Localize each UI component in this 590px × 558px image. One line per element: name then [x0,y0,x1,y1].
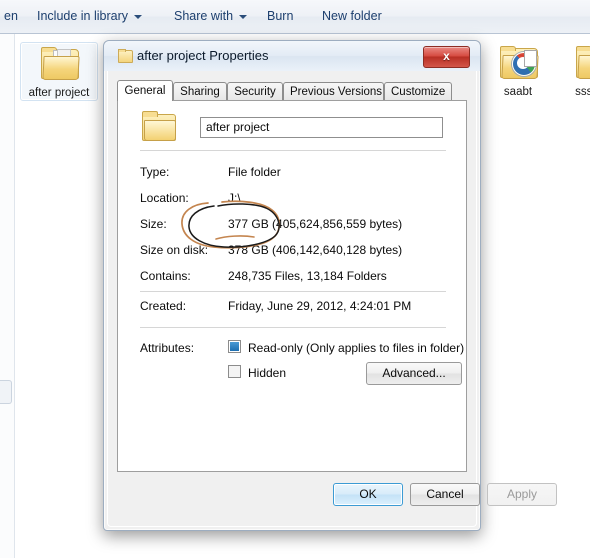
location-value: J:\ [228,191,241,205]
desktop-item-label: after project [28,87,90,99]
size-on-disk-value: 378 GB (406,142,640,128 bytes) [228,243,403,257]
tab-page-general: after project Type: File folder Location… [117,100,467,472]
toolbar-item-label: Share with [174,9,234,23]
tab-sharing[interactable]: Sharing [173,82,227,101]
folder-icon [142,111,176,141]
properties-dialog: after project Properties x General Shari… [103,40,557,531]
toolbar-item-new-folder[interactable]: New folder [318,7,386,25]
hidden-label: Hidden [248,366,287,380]
hidden-checkbox[interactable] [228,365,241,378]
tab-general[interactable]: General [117,80,173,101]
desktop-item-label: sss sss [575,86,590,98]
apply-button[interactable]: Apply [487,483,557,506]
size-on-disk-label: Size on disk: [140,243,209,257]
dialog-tabstrip: General Sharing Security Previous Versio… [117,80,467,101]
contains-label: Contains: [140,269,191,283]
type-value: File folder [228,165,281,179]
navigation-pane-rail [0,34,15,558]
toolbar-item-label: New folder [322,9,382,23]
cancel-button[interactable]: Cancel [410,483,480,506]
explorer-toolbar: en Include in library Share with Burn Ne… [0,0,590,34]
folder-icon [118,49,133,63]
folder-icon [34,43,84,85]
toolbar-item-label: Burn [267,9,294,23]
tab-previous-versions[interactable]: Previous Versions [283,82,384,101]
divider [140,291,446,292]
ok-button[interactable]: OK [333,483,403,506]
desktop-item-after-project[interactable]: after project [20,42,98,101]
tab-customize[interactable]: Customize [384,82,452,101]
toolbar-item-burn[interactable]: Burn [263,7,297,25]
size-label: Size: [140,217,167,231]
folder-icon [569,42,590,84]
dialog-titlebar[interactable]: after project Properties x [104,41,480,71]
toolbar-item-include-in-library[interactable]: Include in library [33,7,146,25]
desktop-item-label: saabt [503,86,533,98]
tab-security[interactable]: Security [227,82,283,101]
readonly-label: Read-only (Only applies to files in fold… [248,341,465,355]
desktop-item-sss-sss[interactable]: sss sss [556,42,590,99]
toolbar-item-label: en [4,9,18,23]
divider [140,327,446,328]
location-label: Location: [140,191,189,205]
contains-value: 248,735 Files, 13,184 Folders [228,269,387,283]
type-label: Type: [140,165,170,179]
readonly-checkbox[interactable] [228,340,241,353]
chevron-down-icon [134,14,143,19]
folder-icon [493,42,543,84]
toolbar-item-open[interactable]: en [0,7,22,25]
attributes-label: Attributes: [140,341,195,355]
created-label: Created: [140,299,187,313]
close-icon[interactable]: x [423,46,470,68]
created-value: Friday, June 29, 2012, 4:24:01 PM [228,299,412,313]
chevron-down-icon [239,14,248,19]
dialog-title: after project Properties [137,48,269,63]
navigation-pane-handle[interactable] [0,380,12,404]
divider [140,150,446,151]
size-value: 377 GB (405,624,856,559 bytes) [228,217,403,231]
toolbar-item-label: Include in library [37,9,129,23]
folder-name-input[interactable]: after project [200,117,443,138]
desktop-item-saabt[interactable]: saabt [480,42,556,99]
advanced-button[interactable]: Advanced... [366,362,462,385]
toolbar-item-share-with[interactable]: Share with [170,7,251,25]
